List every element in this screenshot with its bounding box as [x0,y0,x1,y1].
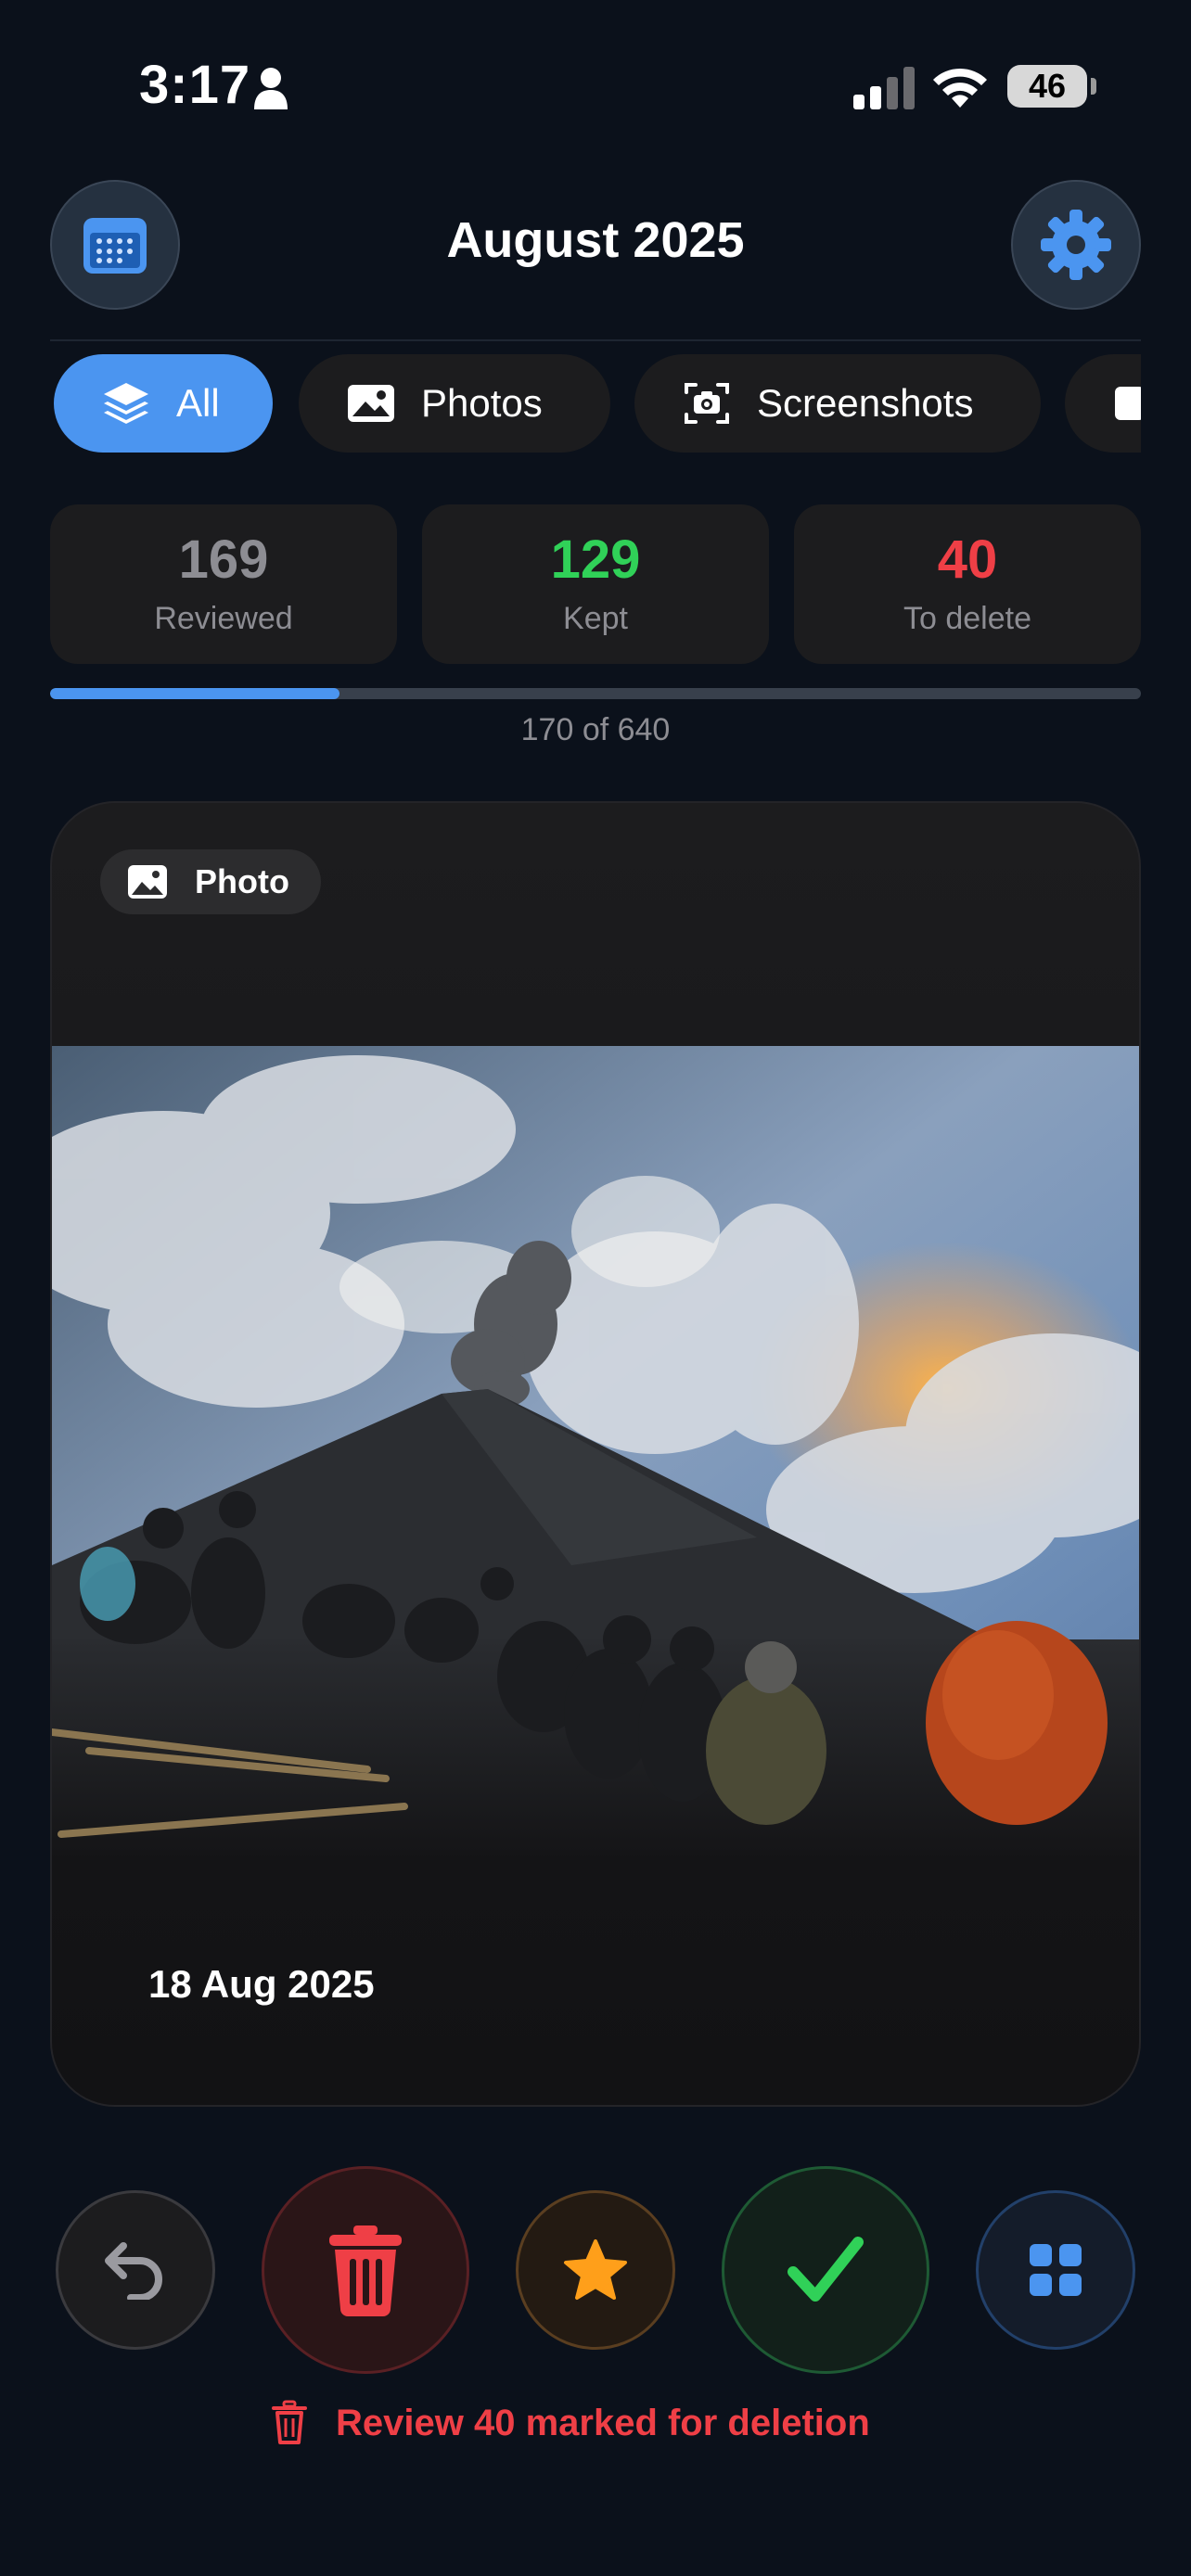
media-type-label: Photo [195,862,289,900]
status-bar: 3:17 46 [0,0,1191,176]
filter-chip-label: Photos [421,381,543,425]
stat-to-delete-label: To delete [903,601,1031,636]
stat-kept: 129 Kept [422,504,769,664]
filter-chip-label: Screenshots [757,381,974,425]
stat-to-delete-value: 40 [937,529,998,590]
stat-kept-value: 129 [550,529,641,590]
signal-icon [853,67,915,109]
stat-reviewed: 169 Reviewed [50,504,397,664]
filter-chip-photos[interactable]: Photos [299,354,610,453]
settings-button[interactable] [1011,180,1141,310]
star-icon [564,2239,627,2300]
wifi-icon [933,68,987,108]
undo-icon [105,2242,162,2300]
battery-indicator: 46 [1007,65,1087,108]
filter-chip-videos[interactable] [1065,354,1141,453]
screenshot-icon [685,383,729,424]
video-icon [1115,387,1141,420]
image-icon [128,865,167,899]
filter-chip-label: All [176,381,220,425]
trash-icon [272,2400,307,2444]
photo-card[interactable]: Photo 18 Aug 2025 [50,801,1141,2107]
header-divider [50,339,1141,341]
filter-chip-all[interactable]: All [54,354,273,453]
person-icon [254,68,288,109]
stat-reviewed-value: 169 [178,529,269,590]
checkmark-icon [788,2237,864,2302]
volcano-photo [52,1046,1139,1862]
photo-date: 18 Aug 2025 [148,1962,375,2006]
review-deletions-text: Review 40 marked for deletion [336,2402,870,2443]
calendar-icon [83,218,147,274]
stat-reviewed-label: Reviewed [154,601,293,636]
page-title: August 2025 [446,212,745,268]
grid-view-button[interactable] [976,2190,1135,2350]
progress-text: 170 of 640 [520,712,671,747]
stack-icon [104,383,148,424]
filter-chips: All Photos Screenshots [50,354,1141,456]
delete-button[interactable] [262,2166,469,2374]
keep-button[interactable] [722,2166,929,2374]
calendar-button[interactable] [50,180,180,310]
trash-icon [329,2225,402,2316]
image-icon [348,385,394,422]
undo-button[interactable] [56,2190,215,2350]
filter-chip-screenshots[interactable]: Screenshots [634,354,1041,453]
battery-tip [1091,78,1096,95]
stat-kept-label: Kept [563,601,628,636]
progress-bar [50,688,1141,699]
progress-fill [50,688,340,699]
grid-icon [1030,2244,1082,2296]
media-type-badge: Photo [100,849,321,914]
favorite-button[interactable] [516,2190,675,2350]
stat-to-delete: 40 To delete [794,504,1141,664]
status-time: 3:17 [139,55,251,115]
review-deletions-link[interactable]: Review 40 marked for deletion [271,2392,870,2454]
gear-icon [1041,210,1111,280]
